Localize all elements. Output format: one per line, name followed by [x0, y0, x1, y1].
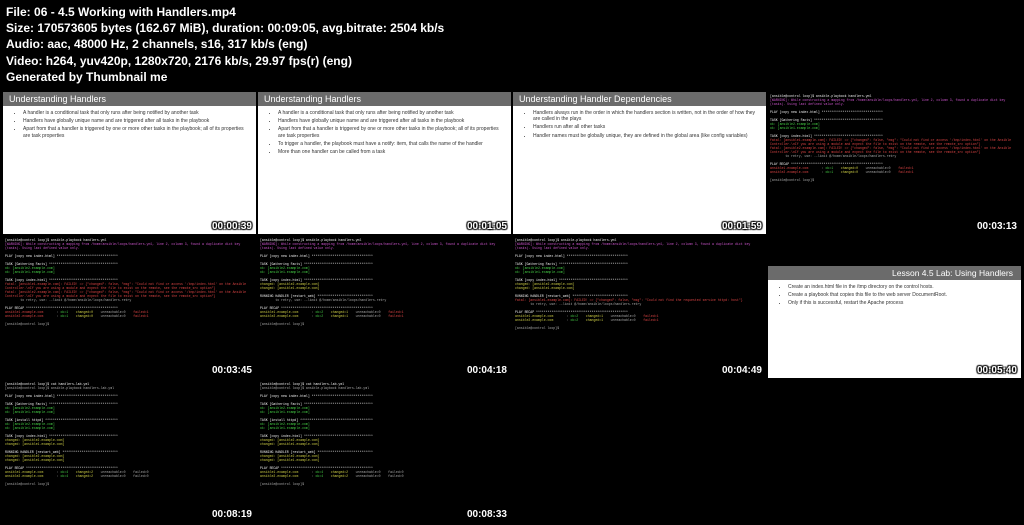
slide-title: Understanding Handler Dependencies — [513, 92, 766, 106]
slide-title: Understanding Handlers — [3, 92, 256, 106]
bullet: A handler is a conditional task that onl… — [278, 110, 501, 116]
bullet: To trigger a handler, the playbook must … — [278, 141, 501, 147]
bullet: Handlers have globally unique name and a… — [278, 118, 501, 124]
thumbnail-8: Lesson 4.5 Lab: Using Handlers Create an… — [768, 236, 1021, 378]
timestamp: 00:08:33 — [467, 509, 507, 520]
timestamp: 00:01:59 — [722, 221, 762, 232]
slide-body: Handlers always run in the order in whic… — [513, 106, 766, 145]
timestamp: 00:04:49 — [722, 365, 762, 376]
thumbnail-grid: Understanding Handlers A handler is a co… — [0, 89, 1024, 525]
video-value: h264, yuv420p, 1280x720, 2176 kb/s, 29.9… — [46, 54, 352, 68]
timestamp: 00:00:39 — [212, 221, 252, 232]
bullet: Handlers run after all other tasks — [533, 124, 756, 130]
slide-title: Lesson 4.5 Lab: Using Handlers — [768, 266, 1021, 280]
terminal-output: [ansible@control loop]$ ansible-playbook… — [768, 92, 1021, 234]
bullet: Apart from that a handler is triggered b… — [23, 126, 246, 139]
bullet: Apart from that a handler is triggered b… — [278, 126, 501, 139]
thumbnail-7: [ansible@control loop]$ ansible-playbook… — [513, 236, 766, 378]
thumbnail-3: Understanding Handler Dependencies Handl… — [513, 92, 766, 234]
bullet: Handlers always run in the order in whic… — [533, 110, 756, 123]
file-info-header: File: 06 - 4.5 Working with Handlers.mp4… — [0, 0, 1024, 89]
video-label: Video: — [6, 54, 42, 68]
terminal-output: [ansible@control loop]$ cat handlers-lab… — [3, 380, 256, 522]
bullet: Create an index.html file in the /tmp di… — [788, 284, 1011, 290]
slide-title: Understanding Handlers — [258, 92, 511, 106]
timestamp: 00:04:18 — [467, 365, 507, 376]
bullet: Only if this is successful, restart the … — [788, 300, 1011, 306]
slide-body: Create an index.html file in the /tmp di… — [768, 280, 1021, 313]
thumbnail-10: [ansible@control loop]$ cat handlers-lab… — [258, 380, 511, 522]
thumbnail-6: [ansible@control loop]$ ansible-playbook… — [258, 236, 511, 378]
audio-value: aac, 48000 Hz, 2 channels, s16, 317 kb/s… — [47, 37, 307, 51]
slide-body: A handler is a conditional task that onl… — [258, 106, 511, 162]
thumbnail-2: Understanding Handlers A handler is a co… — [258, 92, 511, 234]
terminal-output: [ansible@control loop]$ ansible-playbook… — [258, 236, 511, 378]
bullet: More than one handler can be called from… — [278, 149, 501, 155]
file-label: File: — [6, 5, 31, 19]
timestamp: 00:03:45 — [212, 365, 252, 376]
audio-label: Audio: — [6, 37, 44, 51]
generator-label: Generated by Thumbnail me — [6, 69, 1018, 85]
size-value: 170573605 bytes (162.67 MiB), duration: … — [37, 21, 444, 35]
thumbnail-5: [ansible@control loop]$ ansible-playbook… — [3, 236, 256, 378]
thumbnail-9: [ansible@control loop]$ cat handlers-lab… — [3, 380, 256, 522]
timestamp: 00:08:19 — [212, 509, 252, 520]
bullet: Create a playbook that copies this file … — [788, 292, 1011, 298]
timestamp: 00:03:13 — [977, 221, 1017, 232]
terminal-output: [ansible@control loop]$ ansible-playbook… — [3, 236, 256, 378]
terminal-output: [ansible@control loop]$ cat handlers-lab… — [258, 380, 511, 522]
bullet: Handler names must be globally unique, t… — [533, 133, 756, 139]
file-value: 06 - 4.5 Working with Handlers.mp4 — [34, 5, 236, 19]
slide-body: A handler is a conditional task that onl… — [3, 106, 256, 145]
bullet: A handler is a conditional task that onl… — [23, 110, 246, 116]
timestamp: 00:05:40 — [977, 365, 1017, 376]
thumbnail-4: [ansible@control loop]$ ansible-playbook… — [768, 92, 1021, 234]
terminal-output: [ansible@control loop]$ ansible-playbook… — [513, 236, 766, 378]
timestamp: 00:01:05 — [467, 221, 507, 232]
thumbnail-1: Understanding Handlers A handler is a co… — [3, 92, 256, 234]
bullet: Handlers have globally unique name and a… — [23, 118, 246, 124]
size-label: Size: — [6, 21, 34, 35]
